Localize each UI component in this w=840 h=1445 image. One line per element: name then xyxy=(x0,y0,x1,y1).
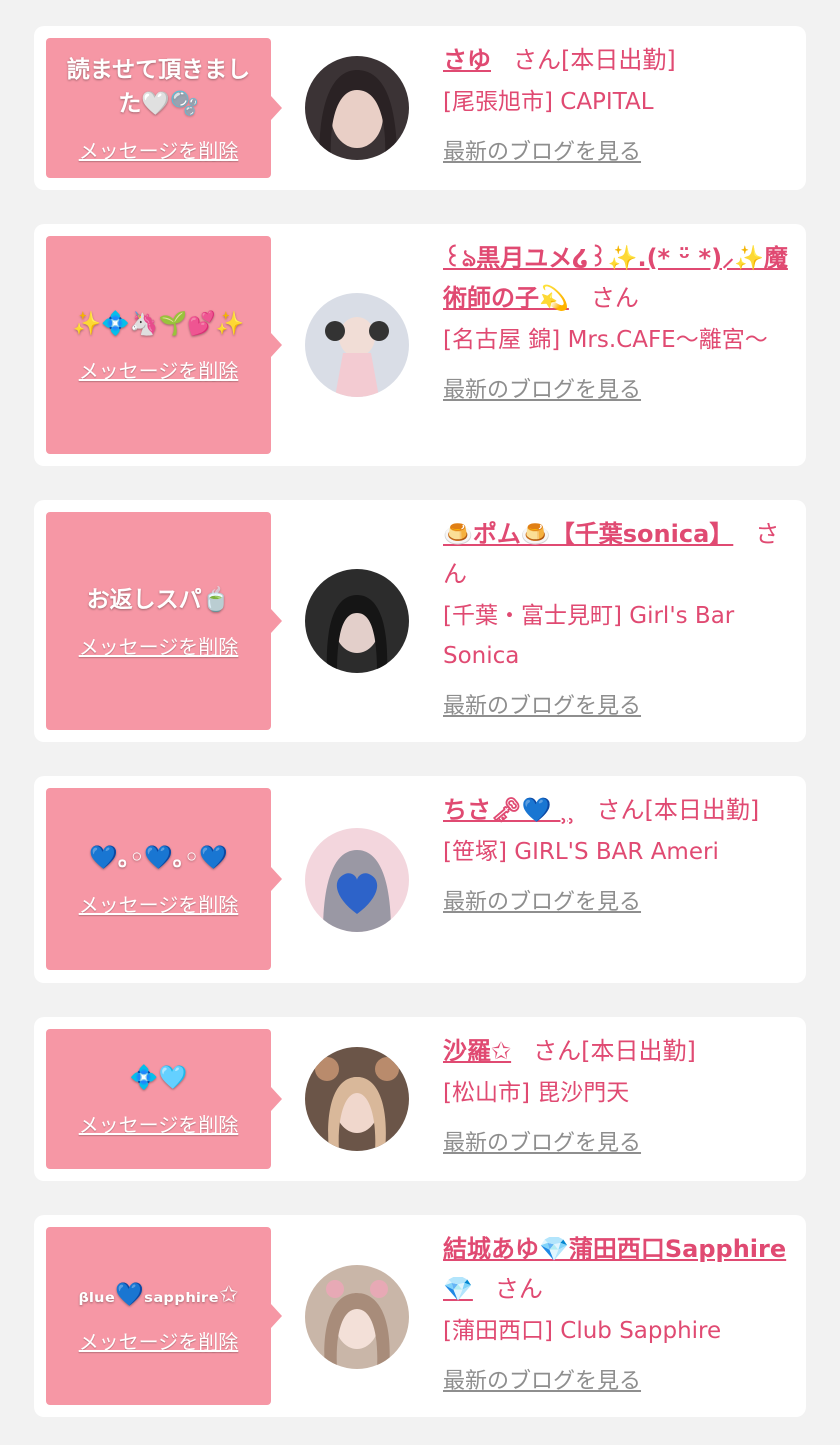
delete-message-link[interactable]: メッセージを削除 xyxy=(79,1109,239,1138)
shop-label: [蒲田西口] Club Sapphire xyxy=(443,1318,722,1344)
shop-label: [笹塚] GIRL'S BAR Ameri xyxy=(443,839,719,865)
message-bubble: ᵦₗᵤₑ💙ₛₐₚₚₕᵢᵣₑ✩ メッセージを削除 xyxy=(46,1227,282,1405)
message-bubble: ✨💠🦄🌱💕✨ メッセージを削除 xyxy=(46,236,282,454)
latest-blog-link[interactable]: 最新のブログを見る xyxy=(443,134,641,166)
honorific: さん xyxy=(494,1275,543,1303)
latest-blog-link[interactable]: 最新のブログを見る xyxy=(443,1363,641,1395)
latest-blog-link[interactable]: 最新のブログを見る xyxy=(443,372,641,404)
message-card: 💠🩵 メッセージを削除 沙羅✩ さん[本日出勤] [松山市] 毘沙門天 最新のブロ… xyxy=(34,1017,806,1181)
avatar[interactable] xyxy=(305,828,409,932)
message-card: 読ませて頂きました🤍🫧 メッセージを削除 さゆ さん[本日出勤] [尾張旭市] C… xyxy=(34,26,806,190)
cast-info: さゆ さん[本日出勤] [尾張旭市] CAPITAL 最新のブログを見る xyxy=(443,40,793,166)
shop-label: [松山市] 毘沙門天 xyxy=(443,1080,630,1106)
delete-message-link[interactable]: メッセージを削除 xyxy=(79,1326,239,1355)
cast-name-link[interactable]: さゆ xyxy=(443,46,491,74)
cast-name-link[interactable]: 沙羅✩ xyxy=(443,1037,511,1065)
shop-label: [名古屋 錦] Mrs.CAFE〜離宮〜 xyxy=(443,327,768,353)
cast-info: ちさ🗝💙 ⸒⸒ さん[本日出勤] [笹塚] GIRL'S BAR Ameri 最新… xyxy=(443,790,793,916)
message-text: 💙｡◦💙｡◦💙 xyxy=(89,844,228,871)
cast-name-link[interactable]: ちさ🗝💙 ⸒⸒ xyxy=(443,796,575,824)
latest-blog-link[interactable]: 最新のブログを見る xyxy=(443,884,641,916)
name-line: 沙羅✩ さん[本日出勤] xyxy=(443,1031,793,1071)
honorific: さん xyxy=(513,46,561,74)
honorific: さん xyxy=(590,284,639,312)
message-card: ᵦₗᵤₑ💙ₛₐₚₚₕᵢᵣₑ✩ メッセージを削除 結城あゆ💎蒲田西口Sapphir… xyxy=(34,1215,806,1417)
cast-info: ꒰ঌ黒月ユメ໒꒱✨.(* ᵕ̈ *)⸝✨魔術師の子💫 さん [名古屋 錦] Mrs… xyxy=(443,238,793,404)
message-text: お返しスパ🍵 xyxy=(86,586,231,613)
avatar[interactable] xyxy=(305,293,409,397)
message-text: ✨💠🦄🌱💕✨ xyxy=(72,310,245,337)
delete-message-link[interactable]: メッセージを削除 xyxy=(79,135,239,164)
cast-info: 沙羅✩ さん[本日出勤] [松山市] 毘沙門天 最新のブログを見る xyxy=(443,1031,793,1157)
honorific: さん xyxy=(533,1037,582,1065)
status-label: [本日出勤] xyxy=(581,1037,696,1065)
avatar[interactable] xyxy=(305,56,409,160)
message-bubble: 💠🩵 メッセージを削除 xyxy=(46,1029,282,1169)
message-card: ✨💠🦄🌱💕✨ メッセージを削除 ꒰ঌ黒月ユメ໒꒱✨.(* ᵕ̈ *)⸝✨魔術師の… xyxy=(34,224,806,466)
cast-info: 結城あゆ💎蒲田西口Sapphire💎 さん [蒲田西口] Club Sapphir… xyxy=(443,1229,793,1395)
message-bubble: お返しスパ🍵 メッセージを削除 xyxy=(46,512,282,730)
message-bubble: 💙｡◦💙｡◦💙 メッセージを削除 xyxy=(46,788,282,970)
message-text: 読ませて頂きました🤍🫧 xyxy=(66,56,251,117)
name-line: 結城あゆ💎蒲田西口Sapphire💎 さん xyxy=(443,1229,793,1309)
status-label: [本日出勤] xyxy=(561,46,676,74)
avatar[interactable] xyxy=(305,1265,409,1369)
name-line: 🍮ポム🍮【千葉sonica】 さん xyxy=(443,514,793,594)
message-card: お返しスパ🍵 メッセージを削除 🍮ポム🍮【千葉sonica】 さん [千葉・富士見… xyxy=(34,500,806,742)
shop-label: [尾張旭市] CAPITAL xyxy=(443,89,654,115)
latest-blog-link[interactable]: 最新のブログを見る xyxy=(443,1125,641,1157)
delete-message-link[interactable]: メッセージを削除 xyxy=(79,355,239,384)
message-text: 💠🩵 xyxy=(129,1064,188,1091)
name-line: ꒰ঌ黒月ユメ໒꒱✨.(* ᵕ̈ *)⸝✨魔術師の子💫 さん xyxy=(443,238,793,318)
message-bubble: 読ませて頂きました🤍🫧 メッセージを削除 xyxy=(46,38,282,178)
avatar[interactable] xyxy=(305,569,409,673)
message-list: 読ませて頂きました🤍🫧 メッセージを削除 さゆ さん[本日出勤] [尾張旭市] C… xyxy=(0,0,840,1445)
message-card: 💙｡◦💙｡◦💙 メッセージを削除 ちさ🗝💙 ⸒⸒ さん[本日出勤] [笹塚] GI… xyxy=(34,776,806,983)
status-label: [本日出勤] xyxy=(644,796,760,824)
latest-blog-link[interactable]: 最新のブログを見る xyxy=(443,688,641,720)
delete-message-link[interactable]: メッセージを削除 xyxy=(79,631,239,660)
shop-label: [千葉・富士見町] Girl's Bar Sonica xyxy=(443,603,735,669)
cast-name-link[interactable]: 🍮ポム🍮【千葉sonica】 xyxy=(443,520,733,548)
cast-info: 🍮ポム🍮【千葉sonica】 さん [千葉・富士見町] Girl's Bar So… xyxy=(443,514,793,720)
avatar[interactable] xyxy=(305,1047,409,1151)
delete-message-link[interactable]: メッセージを削除 xyxy=(79,889,239,918)
name-line: さゆ さん[本日出勤] xyxy=(443,40,793,80)
message-text: ᵦₗᵤₑ💙ₛₐₚₚₕᵢᵣₑ✩ xyxy=(78,1281,239,1308)
name-line: ちさ🗝💙 ⸒⸒ さん[本日出勤] xyxy=(443,790,793,830)
honorific: さん xyxy=(596,796,645,824)
